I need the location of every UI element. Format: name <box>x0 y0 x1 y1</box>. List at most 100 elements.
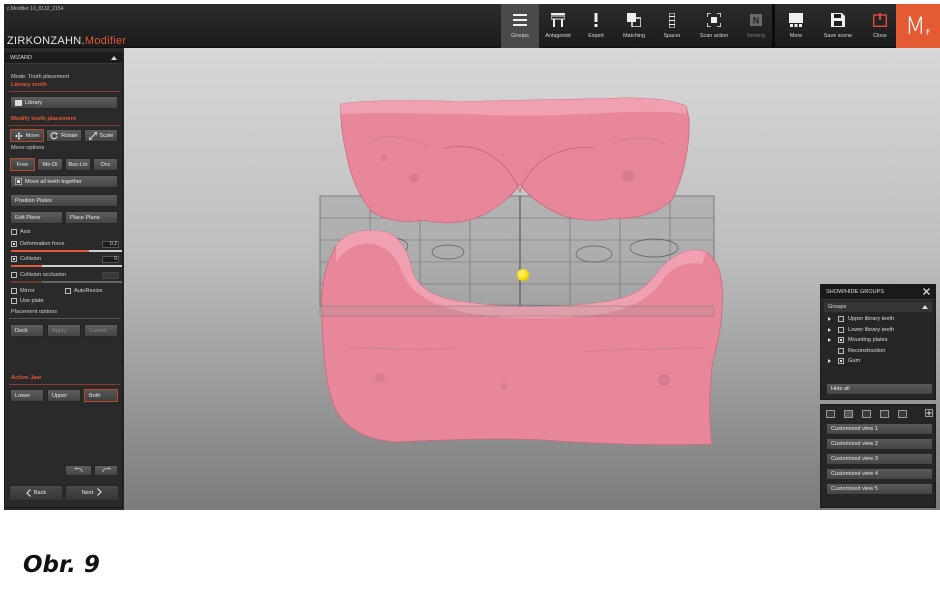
group-row-gum[interactable]: Gum <box>821 356 935 367</box>
move-all-teeth-button[interactable]: Move all teeth together <box>10 175 118 188</box>
checkbox-box[interactable] <box>11 229 17 235</box>
view-top-icon[interactable] <box>898 410 907 418</box>
expand-arrow-icon[interactable] <box>828 317 831 322</box>
customized-view-1-button[interactable]: Customized view 1 <box>826 423 933 435</box>
axis-checkbox[interactable]: Axis <box>11 229 31 235</box>
mirror-checkbox[interactable]: Mirror <box>11 288 35 294</box>
checkbox-box[interactable] <box>65 288 71 294</box>
wizard-header[interactable]: WIZARD <box>5 53 122 64</box>
library-section-title: Library tooth <box>11 82 47 88</box>
rotate-button[interactable]: Rotate <box>46 129 82 142</box>
3d-viewport[interactable] <box>124 48 940 510</box>
scale-button[interactable]: Scale <box>84 129 118 142</box>
toolbar-separator <box>772 4 775 48</box>
customized-view-2-button[interactable]: Customized view 2 <box>826 438 933 450</box>
checkbox-box[interactable] <box>11 272 17 278</box>
plus-icon[interactable] <box>925 409 933 419</box>
checkbox-box[interactable] <box>11 256 17 262</box>
back-button[interactable]: Back <box>9 485 63 501</box>
occ-button[interactable]: Occ <box>93 158 118 171</box>
collapse-icon[interactable] <box>111 56 117 60</box>
modify-section-title: Modify tooth placement <box>11 116 77 122</box>
collapse-icon[interactable] <box>922 305 928 309</box>
antagonist-button[interactable]: Antagonist <box>539 4 577 48</box>
checkbox-box[interactable] <box>11 288 17 294</box>
upper-jaw-button[interactable]: Upper <box>47 389 81 402</box>
redo-button[interactable] <box>94 465 118 476</box>
apply-button[interactable]: Apply <box>47 324 81 337</box>
upper-label: Upper <box>52 392 68 399</box>
customized-view-3-button[interactable]: Customized view 3 <box>826 453 933 465</box>
undo-icon <box>74 466 83 475</box>
checkbox-box[interactable] <box>838 358 844 365</box>
both-jaws-button[interactable]: Both <box>84 389 118 402</box>
use-plate-checkbox[interactable]: Use plate <box>11 298 44 304</box>
auto-resize-label: AutoResize <box>74 288 103 294</box>
view-label: Customized view 4 <box>831 471 878 477</box>
deformation-force-checkbox[interactable]: Deformation force <box>11 241 64 247</box>
free-button[interactable]: Free <box>10 158 35 171</box>
center-marker[interactable] <box>517 269 529 281</box>
deformation-force-slider[interactable] <box>11 250 122 252</box>
customized-view-4-button[interactable]: Customized view 4 <box>826 468 933 480</box>
me-di-button[interactable]: Me-Di <box>37 158 63 171</box>
show-hide-groups-panel: SHOW/HIDE GROUPS Groups Upper library te… <box>820 284 936 400</box>
apply-label: Apply <box>52 327 66 334</box>
save-scene-label: Save scene <box>823 33 853 39</box>
close-button[interactable]: Close <box>861 4 899 48</box>
deformation-force-value[interactable]: 0.2 <box>102 241 119 248</box>
place-plane-button[interactable]: Place Plane <box>65 211 118 224</box>
expand-arrow-icon[interactable] <box>828 338 831 343</box>
view-left-icon[interactable] <box>862 410 871 418</box>
close-icon[interactable] <box>923 287 930 297</box>
group-row-lower-library-teeth[interactable]: Lower library teeth <box>821 325 935 336</box>
checkbox-box[interactable] <box>838 337 844 344</box>
next-button[interactable]: Next <box>65 485 119 501</box>
spacer-button[interactable]: Spacer <box>653 4 691 48</box>
collision-occlusion-label: Collision occlusion <box>20 272 67 278</box>
matching-button[interactable]: Matching <box>615 4 653 48</box>
lower-jaw-button[interactable]: Lower <box>10 389 44 402</box>
position-plates-button[interactable]: Position Plates <box>10 194 118 207</box>
hide-all-button[interactable]: Hide all <box>826 383 933 395</box>
collision-occlusion-checkbox[interactable]: Collision occlusion <box>11 272 66 278</box>
groups-button[interactable]: Groups <box>501 4 539 48</box>
collision-checkbox[interactable]: Collision <box>11 256 41 262</box>
view-right-icon[interactable] <box>880 410 889 418</box>
checkbox-box[interactable] <box>11 298 17 304</box>
cancel-button[interactable]: Cancel <box>84 324 118 337</box>
buc-lin-button[interactable]: Buc-Lin <box>65 158 91 171</box>
move-button[interactable]: Move <box>10 129 44 142</box>
collision-slider[interactable] <box>11 265 122 267</box>
scan-action-label: Scan action <box>699 33 729 39</box>
group-row-mounting-plates[interactable]: Mounting plates <box>821 335 935 346</box>
checkbox-box[interactable] <box>838 347 844 354</box>
groups-subheader[interactable]: Groups <box>824 302 932 312</box>
dock-button[interactable]: Dock <box>10 324 44 337</box>
checkbox-box[interactable] <box>838 326 844 333</box>
save-scene-button[interactable]: Save scene <box>815 4 861 48</box>
customized-view-5-button[interactable]: Customized view 5 <box>826 483 933 495</box>
move-all-teeth-label: Move all teeth together <box>25 178 82 185</box>
expand-arrow-icon[interactable] <box>828 359 831 364</box>
library-button[interactable]: Library <box>10 96 118 109</box>
group-list: Upper library teeth Lower library teeth … <box>821 314 935 367</box>
edit-plane-button[interactable]: Edit Plane <box>10 211 63 224</box>
checkbox-box[interactable] <box>838 316 844 323</box>
expert-button[interactable]: Expert <box>577 4 615 48</box>
checkbox-box[interactable] <box>11 241 17 247</box>
scan-action-button[interactable]: Scan action <box>691 4 737 48</box>
group-label: Mounting plates <box>848 337 888 344</box>
view-front-icon[interactable] <box>826 410 835 418</box>
more-button[interactable]: More <box>777 4 815 48</box>
expand-arrow-icon[interactable] <box>828 327 831 332</box>
undo-button[interactable] <box>65 465 92 476</box>
power-icon <box>873 11 887 29</box>
logo-letter: M <box>905 12 926 40</box>
spacer-label: Spacer <box>663 33 681 39</box>
group-row-upper-library-teeth[interactable]: Upper library teeth <box>821 314 935 325</box>
group-row-reconstruction[interactable]: Reconstruction <box>821 346 935 357</box>
collision-value[interactable]: 0 <box>102 256 119 263</box>
view-back-icon[interactable] <box>844 410 853 418</box>
auto-resize-checkbox[interactable]: AutoResize <box>65 288 103 294</box>
